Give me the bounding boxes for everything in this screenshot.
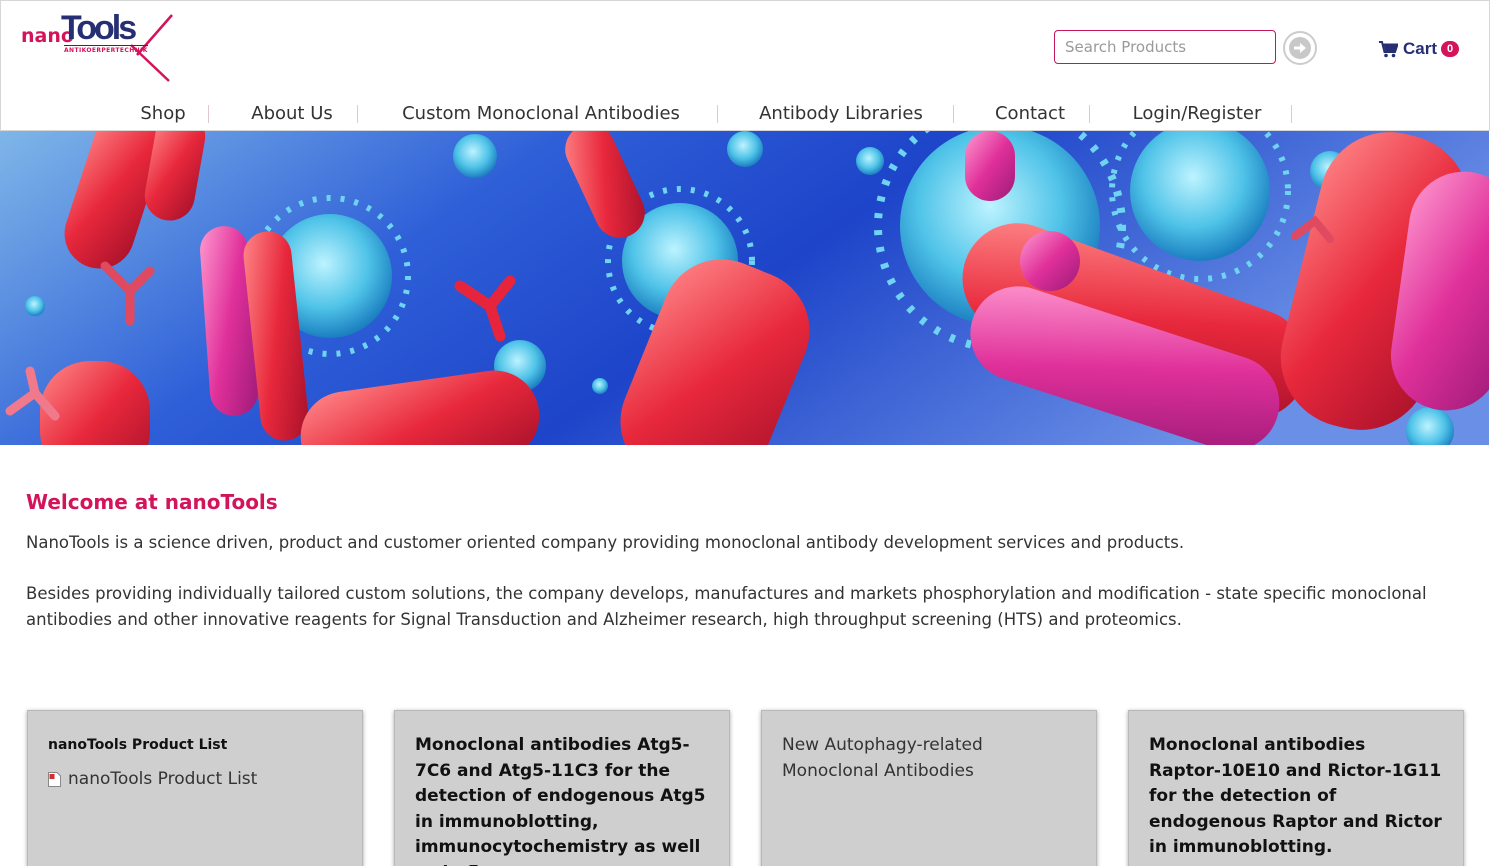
product-list-link[interactable]: nanoTools Product List	[48, 769, 342, 789]
nav-item-contact[interactable]: Contact	[995, 99, 1065, 129]
card-text[interactable]: New Autophagy-related Monoclonal Antibod…	[782, 733, 1076, 784]
nav-item-antibody-libraries[interactable]: Antibody Libraries	[759, 99, 923, 129]
site-header: nano Tools ANTIKOERPERTECHNIK Cart 0 Sho…	[0, 0, 1490, 131]
search-input[interactable]	[1054, 30, 1276, 64]
intro-text: NanoTools is a science driven, product a…	[26, 530, 1466, 633]
intro-paragraph: Besides providing individually tailored …	[26, 584, 1427, 629]
nav-separator	[1291, 105, 1292, 123]
product-list-link-label[interactable]: nanoTools Product List	[68, 769, 257, 789]
cart-label: Cart	[1403, 39, 1438, 58]
nav-item-about-us[interactable]: About Us	[251, 99, 333, 129]
main-navigation: Shop About Us Custom Monoclonal Antibodi…	[1, 99, 1491, 129]
card-title: nanoTools Product List	[48, 737, 228, 753]
nav-item-shop[interactable]: Shop	[140, 99, 185, 129]
nanotools-logo[interactable]: nano Tools ANTIKOERPERTECHNIK	[19, 9, 175, 83]
nav-separator	[717, 105, 718, 123]
search-submit-button[interactable]	[1283, 31, 1317, 65]
pdf-file-icon	[48, 771, 61, 787]
nav-separator	[357, 105, 358, 123]
logo-tagline: ANTIKOERPERTECHNIK	[64, 45, 148, 54]
hero-banner-image	[0, 131, 1489, 445]
cart-count-badge: 0	[1441, 41, 1460, 57]
card-text[interactable]: Monoclonal antibodies Raptor-10E10 and R…	[1149, 733, 1443, 861]
page-title: Welcome at nanoTools	[26, 490, 278, 514]
arrow-right-circle-icon	[1289, 37, 1311, 59]
card-text[interactable]: Monoclonal antibodies Atg5-7C6 and Atg5-…	[415, 733, 709, 866]
logo-name: Tools	[61, 9, 137, 47]
intro-paragraph: NanoTools is a science driven, product a…	[26, 533, 1185, 552]
news-card-raptor-rictor[interactable]: Monoclonal antibodies Raptor-10E10 and R…	[1128, 710, 1464, 866]
virus-bacteria-illustration	[0, 131, 1489, 445]
news-card-autophagy[interactable]: New Autophagy-related Monoclonal Antibod…	[761, 710, 1097, 866]
nav-separator	[953, 105, 954, 123]
nav-item-custom-monoclonal-antibodies[interactable]: Custom Monoclonal Antibodies	[402, 99, 680, 129]
shopping-cart-icon	[1379, 40, 1398, 57]
product-list-card: nanoTools Product List nanoTools Product…	[27, 710, 363, 866]
cart-link[interactable]: Cart 0	[1379, 37, 1460, 61]
nav-separator	[1089, 105, 1090, 123]
nav-separator	[208, 105, 209, 123]
news-card-atg5[interactable]: Monoclonal antibodies Atg5-7C6 and Atg5-…	[394, 710, 730, 866]
nav-item-login-register[interactable]: Login/Register	[1133, 99, 1262, 129]
